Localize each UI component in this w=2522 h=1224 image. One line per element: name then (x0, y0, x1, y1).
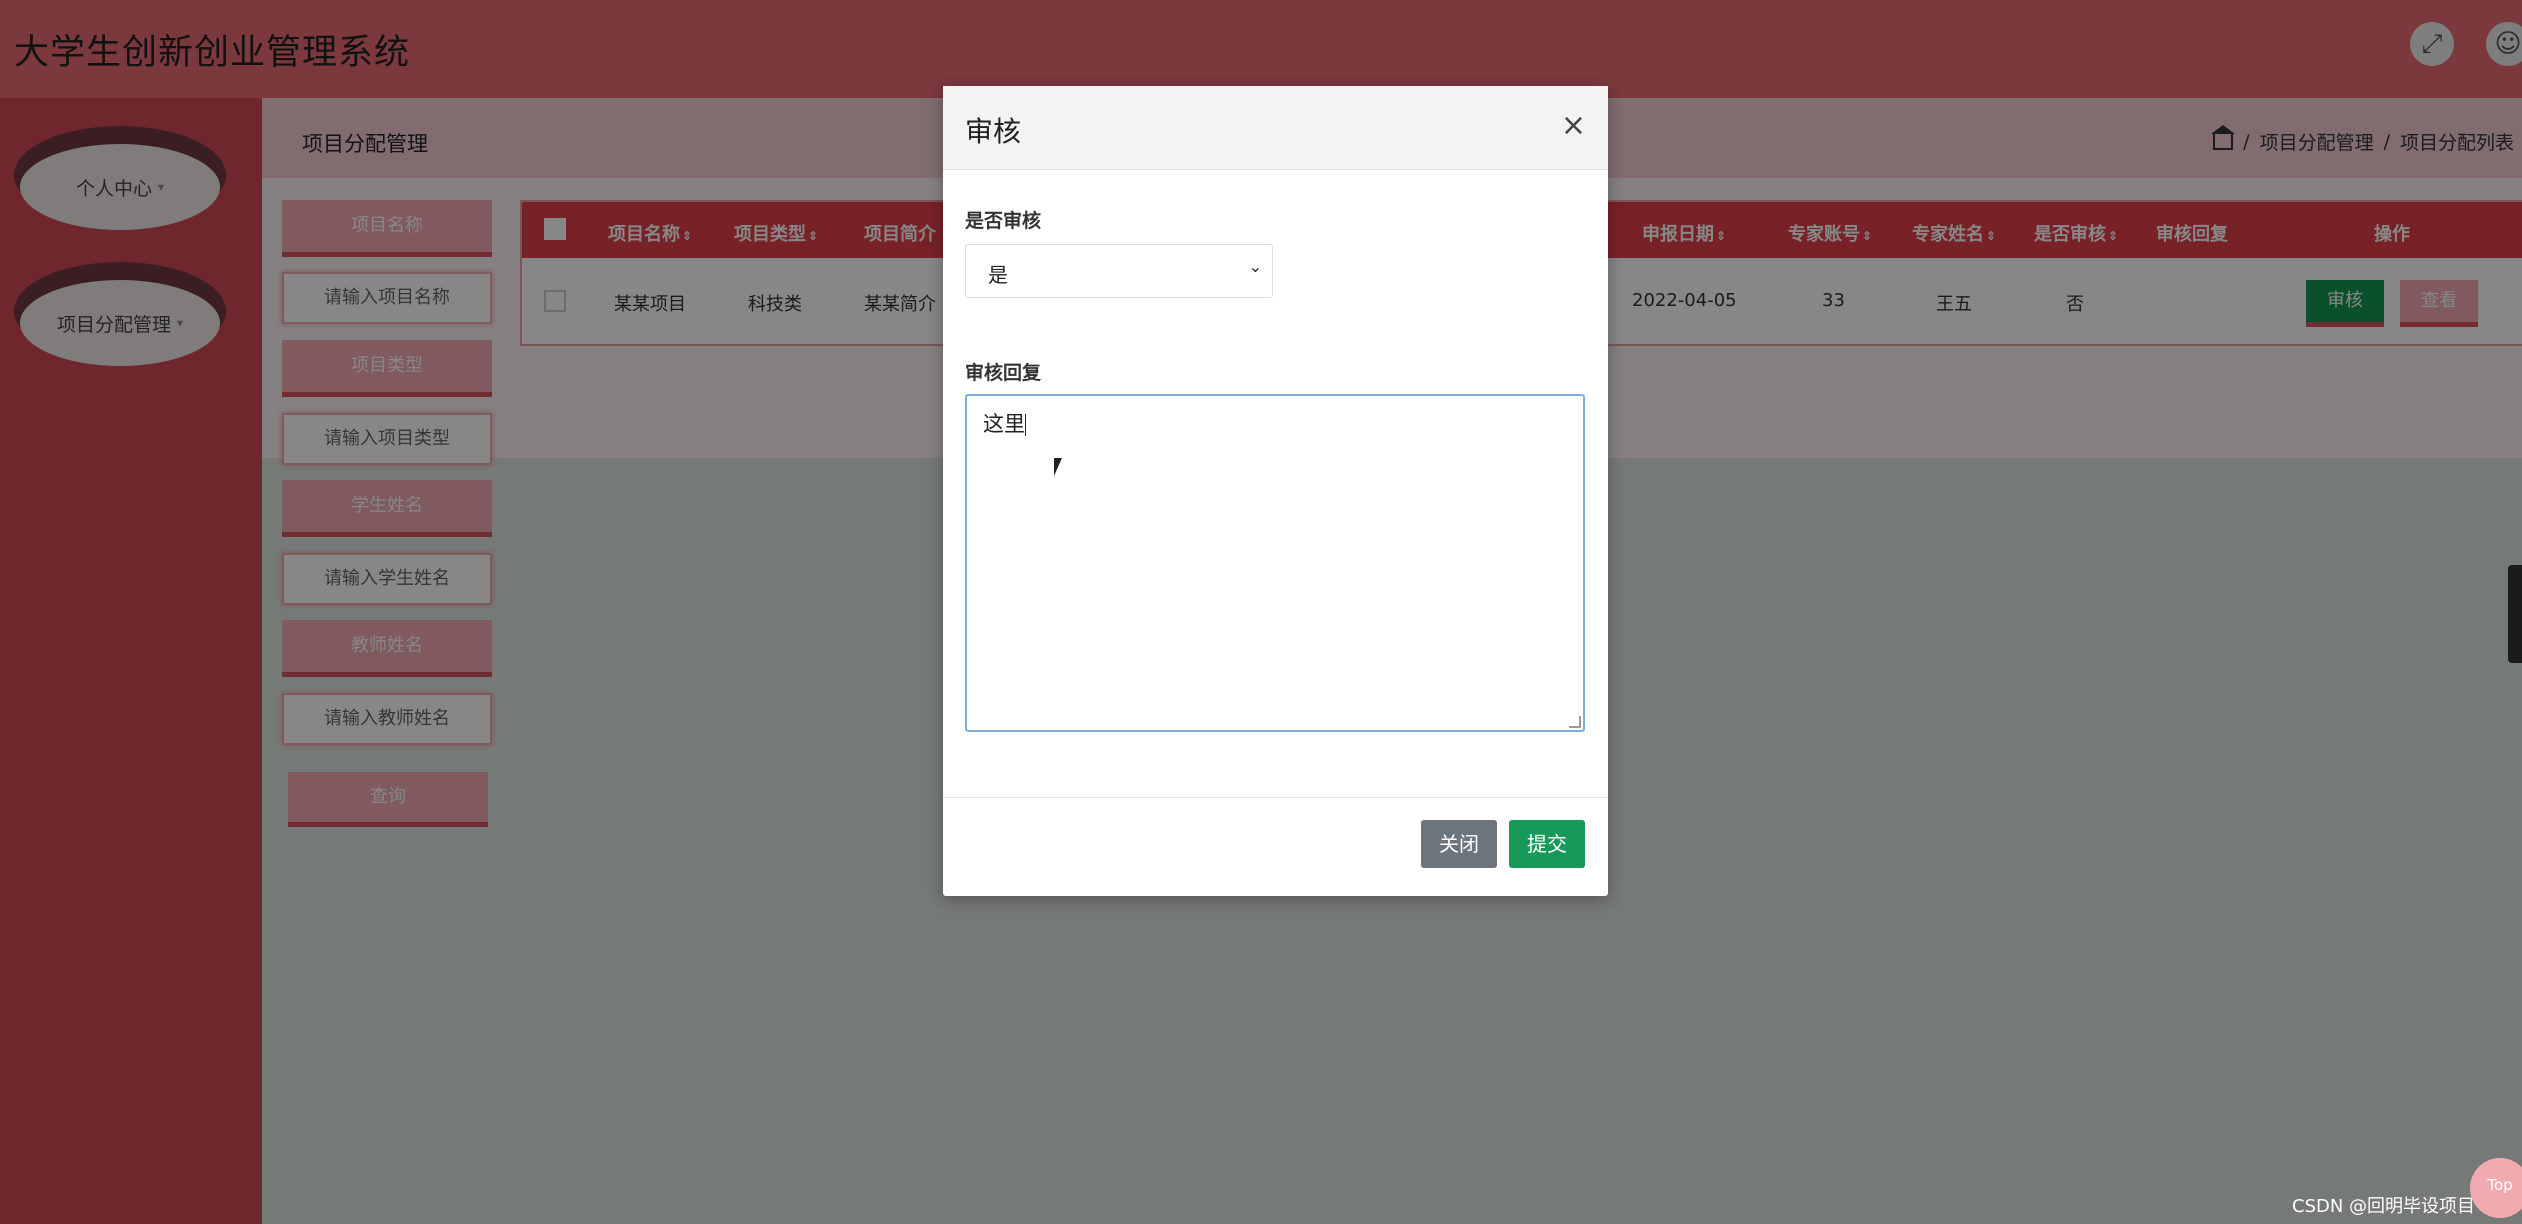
modal-title: 审核 (965, 115, 1022, 148)
submit-button[interactable]: 提交 (1509, 820, 1585, 868)
text-caret (1025, 414, 1026, 436)
select-value: 是 (988, 263, 1008, 287)
mouse-pointer-icon (1054, 458, 1062, 476)
audit-status-select[interactable]: 是 ⌄ (965, 244, 1273, 298)
back-to-top-button[interactable]: Top (2470, 1158, 2522, 1218)
resize-handle-icon[interactable] (1569, 716, 1581, 728)
audit-status-label: 是否审核 (965, 210, 1042, 232)
watermark: CSDN @回明毕设项目 (2292, 1196, 2476, 1217)
modal-header: 审核 × (943, 86, 1608, 170)
close-button[interactable]: 关闭 (1421, 820, 1497, 868)
audit-reply-label: 审核回复 (965, 362, 1042, 384)
audit-modal: 审核 × 是否审核 是 ⌄ 审核回复 这里 关闭 提交 (943, 86, 1608, 896)
chevron-down-icon: ⌄ (1248, 257, 1262, 276)
close-icon[interactable]: × (1561, 108, 1586, 143)
modal-footer: 关闭 提交 (943, 797, 1608, 897)
audit-reply-textarea[interactable]: 这里 (965, 394, 1585, 732)
textarea-value: 这里 (983, 412, 1025, 436)
